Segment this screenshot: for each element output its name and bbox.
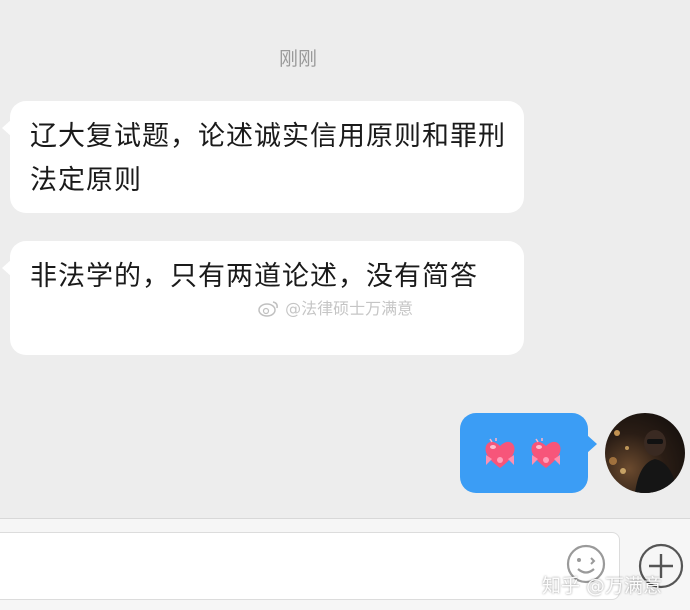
input-bar: 知乎 @万满意	[0, 518, 690, 610]
message-text: 辽大复试题，论述诚实信用原则和罪刑法定原则	[30, 121, 506, 196]
weibo-icon	[258, 301, 278, 317]
heart-bow-icon	[485, 438, 515, 468]
zhihu-watermark: 知乎 @万满意	[542, 575, 663, 597]
user-avatar[interactable]	[605, 413, 685, 493]
message-timestamp: 刚刚	[278, 48, 317, 70]
message-input[interactable]	[0, 532, 620, 600]
heart-bow-icon	[531, 438, 561, 468]
message-text: 非法学的，只有两道论述，没有简答	[30, 261, 478, 292]
avatar-photo	[609, 430, 677, 493]
chat-area: 刚刚 辽大复试题，论述诚实信用原则和罪刑法定原则 非法学的，只有两道论述，没有简…	[0, 0, 690, 518]
outgoing-message-bubble[interactable]	[460, 413, 597, 493]
weibo-watermark-text: @法律硕士万满意	[285, 299, 414, 318]
weibo-watermark: @法律硕士万满意	[258, 295, 413, 319]
incoming-message-bubble[interactable]: 辽大复试题，论述诚实信用原则和罪刑法定原则	[2, 101, 524, 213]
